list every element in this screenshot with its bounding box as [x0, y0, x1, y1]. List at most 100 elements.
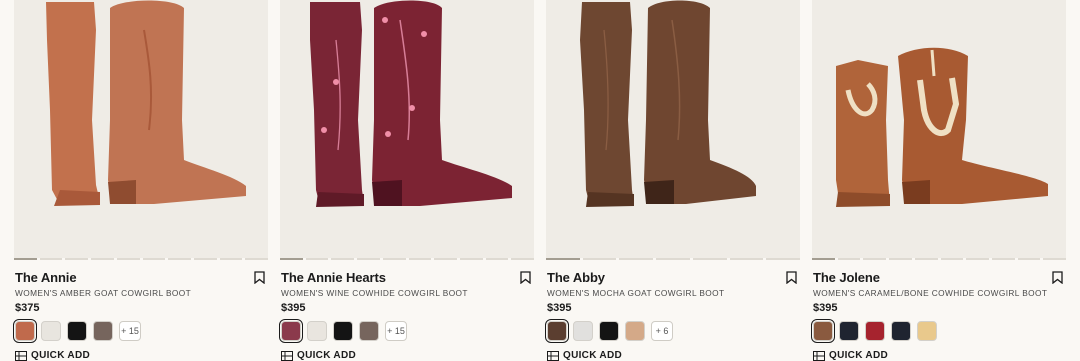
color-swatch[interactable]	[811, 319, 835, 343]
carousel-dot[interactable]	[863, 258, 887, 260]
product-image[interactable]	[812, 0, 1066, 258]
carousel-dot[interactable]	[511, 258, 535, 260]
carousel-dot[interactable]	[245, 258, 269, 260]
carousel-dot[interactable]	[39, 258, 63, 260]
image-carousel-indicator[interactable]	[812, 258, 1067, 261]
carousel-dot[interactable]	[812, 258, 835, 260]
carousel-dot[interactable]	[766, 258, 801, 260]
carousel-dot[interactable]	[91, 258, 114, 260]
product-name[interactable]: The Abby	[547, 270, 605, 285]
product-price: $395	[547, 302, 572, 314]
product-subtitle: WOMEN'S WINE COWHIDE COWGIRL BOOT	[281, 288, 468, 298]
product-price: $375	[15, 302, 40, 314]
color-swatch[interactable]	[573, 321, 593, 341]
carousel-dot[interactable]	[940, 258, 964, 260]
product-price: $395	[281, 302, 306, 314]
quick-add-button[interactable]: QUICK ADD	[15, 350, 90, 361]
color-swatch[interactable]	[13, 319, 37, 343]
carousel-dot[interactable]	[991, 258, 1015, 260]
quick-add-label: QUICK ADD	[31, 350, 90, 361]
carousel-dot[interactable]	[729, 258, 764, 260]
carousel-dot[interactable]	[357, 258, 380, 260]
carousel-dot[interactable]	[485, 258, 509, 260]
color-swatch[interactable]	[625, 321, 645, 341]
color-swatches: + 15	[13, 319, 141, 343]
color-swatch[interactable]	[41, 321, 61, 341]
carousel-dot[interactable]	[331, 258, 355, 260]
color-swatch[interactable]	[359, 321, 379, 341]
product-card[interactable]: The Annie WOMEN'S AMBER GOAT COWGIRL BOO…	[13, 0, 269, 361]
carousel-dot[interactable]	[219, 258, 243, 260]
product-image[interactable]	[280, 0, 534, 258]
product-image[interactable]	[546, 0, 800, 258]
carousel-dot[interactable]	[619, 258, 654, 260]
carousel-dot[interactable]	[889, 258, 912, 260]
quick-add-button[interactable]: QUICK ADD	[281, 350, 356, 361]
grid-icon	[547, 350, 559, 361]
bookmark-icon[interactable]	[254, 271, 265, 284]
more-colors-button[interactable]: + 15	[119, 321, 141, 341]
quick-add-button[interactable]: QUICK ADD	[547, 350, 622, 361]
more-colors-button[interactable]: + 15	[385, 321, 407, 341]
carousel-dot[interactable]	[1017, 258, 1041, 260]
color-swatch[interactable]	[917, 321, 937, 341]
carousel-dot[interactable]	[168, 258, 191, 260]
carousel-dot[interactable]	[1043, 258, 1067, 260]
carousel-dot[interactable]	[142, 258, 166, 260]
more-colors-button[interactable]: + 6	[651, 321, 673, 341]
color-swatch[interactable]	[333, 321, 353, 341]
bookmark-icon[interactable]	[786, 271, 797, 284]
product-price: $395	[813, 302, 838, 314]
product-name[interactable]: The Annie	[15, 270, 77, 285]
product-subtitle: WOMEN'S CARAMEL/BONE COWHIDE COWGIRL BOO…	[813, 288, 1048, 298]
color-swatch[interactable]	[839, 321, 859, 341]
color-swatch[interactable]	[93, 321, 113, 341]
carousel-dot[interactable]	[837, 258, 861, 260]
carousel-dot[interactable]	[459, 258, 483, 260]
image-carousel-indicator[interactable]	[280, 258, 535, 261]
carousel-dot[interactable]	[914, 258, 938, 260]
carousel-dot[interactable]	[434, 258, 457, 260]
carousel-dot[interactable]	[408, 258, 432, 260]
color-swatch[interactable]	[545, 319, 569, 343]
carousel-dot[interactable]	[692, 258, 727, 260]
carousel-dot[interactable]	[280, 258, 303, 260]
grid-icon	[813, 350, 825, 361]
product-card[interactable]: The Annie Hearts WOMEN'S WINE COWHIDE CO…	[279, 0, 535, 361]
color-swatch[interactable]	[307, 321, 327, 341]
carousel-dot[interactable]	[966, 258, 989, 260]
image-carousel-indicator[interactable]	[546, 258, 801, 261]
bookmark-icon[interactable]	[520, 271, 531, 284]
carousel-dot[interactable]	[382, 258, 406, 260]
product-subtitle: WOMEN'S MOCHA GOAT COWGIRL BOOT	[547, 288, 725, 298]
carousel-dot[interactable]	[305, 258, 329, 260]
quick-add-label: QUICK ADD	[563, 350, 622, 361]
color-swatch[interactable]	[599, 321, 619, 341]
color-swatches: + 15	[279, 319, 407, 343]
color-swatch[interactable]	[67, 321, 87, 341]
bookmark-icon[interactable]	[1052, 271, 1063, 284]
carousel-dot[interactable]	[65, 258, 89, 260]
quick-add-button[interactable]: QUICK ADD	[813, 350, 888, 361]
color-swatch[interactable]	[279, 319, 303, 343]
carousel-dot[interactable]	[193, 258, 217, 260]
product-name[interactable]: The Annie Hearts	[281, 270, 386, 285]
carousel-dot[interactable]	[116, 258, 140, 260]
color-swatch[interactable]	[891, 321, 911, 341]
carousel-dot[interactable]	[656, 258, 690, 260]
carousel-dot[interactable]	[546, 258, 580, 260]
grid-icon	[15, 350, 27, 361]
product-image[interactable]	[14, 0, 268, 258]
quick-add-label: QUICK ADD	[297, 350, 356, 361]
product-card[interactable]: The Jolene WOMEN'S CARAMEL/BONE COWHIDE …	[811, 0, 1067, 361]
product-name[interactable]: The Jolene	[813, 270, 880, 285]
product-grid: The Annie WOMEN'S AMBER GOAT COWGIRL BOO…	[13, 0, 1067, 361]
quick-add-label: QUICK ADD	[829, 350, 888, 361]
carousel-dot[interactable]	[14, 258, 37, 260]
color-swatch[interactable]	[865, 321, 885, 341]
product-card[interactable]: The Abby WOMEN'S MOCHA GOAT COWGIRL BOOT…	[545, 0, 801, 361]
image-carousel-indicator[interactable]	[14, 258, 269, 261]
color-swatches: + 6	[545, 319, 673, 343]
grid-icon	[281, 350, 293, 361]
carousel-dot[interactable]	[582, 258, 617, 260]
